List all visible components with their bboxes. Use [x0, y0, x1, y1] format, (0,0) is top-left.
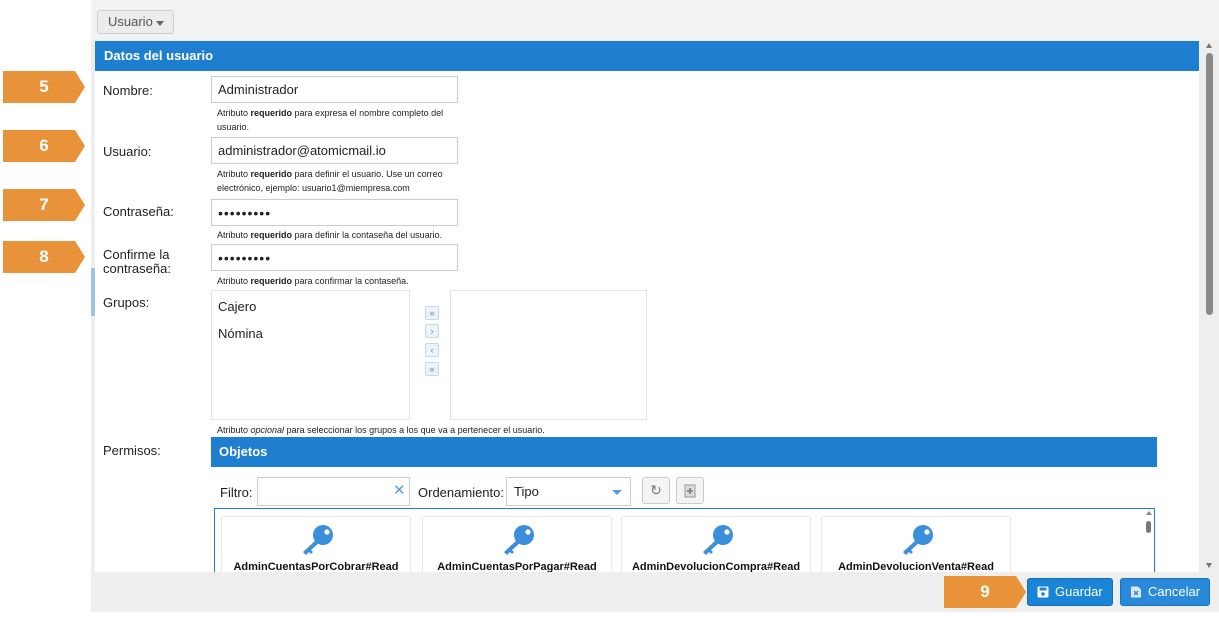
step-number: 6 [39, 136, 49, 155]
confirm-password-help: Atributo requerido para confirmar la con… [217, 276, 409, 286]
scroll-down-icon [1206, 563, 1212, 568]
object-card[interactable]: AdminCuentasPorPagar#Read [423, 517, 611, 572]
move-right-button[interactable]: › [425, 324, 439, 338]
key-icon [303, 525, 333, 555]
permissions-label: Permisos: [103, 443, 161, 458]
top-toolbar [91, 0, 1219, 40]
username-input[interactable] [211, 137, 458, 164]
caret-down-icon [156, 21, 164, 26]
refresh-icon: ↻ [650, 482, 662, 498]
footer-separator [91, 612, 1219, 622]
username-help: Atributo requerido para definir el usuar… [217, 169, 443, 193]
object-name: AdminDevolucionVenta#Read [838, 561, 994, 572]
move-all-right-button[interactable]: » [425, 306, 439, 320]
password-input[interactable] [211, 199, 458, 226]
move-all-left-button[interactable]: « [425, 362, 439, 376]
chevron-down-icon [612, 490, 622, 495]
clear-filter-icon[interactable]: ✕ [393, 483, 406, 498]
move-left-button[interactable]: ‹ [425, 343, 439, 357]
object-card[interactable]: AdminDevolucionCompra#Read [622, 517, 810, 572]
cancel-button[interactable]: Cancelar [1120, 578, 1210, 606]
save-icon [1037, 586, 1049, 598]
sort-label: Ordenamiento: [418, 485, 504, 500]
name-label: Nombre: [103, 83, 153, 98]
cancel-button-label: Cancelar [1148, 584, 1201, 599]
user-menu-label: Usuario [108, 14, 153, 29]
step-number: 8 [39, 247, 49, 266]
scroll-thumb[interactable] [1146, 521, 1151, 533]
username-label: Usuario: [103, 144, 152, 159]
objects-scrollbar[interactable] [1145, 511, 1153, 571]
step-marker-5: 5 [3, 71, 85, 103]
sort-select[interactable]: Tipo [506, 477, 631, 506]
key-icon [504, 525, 534, 555]
sort-select-value: Tipo [514, 484, 539, 499]
panel-title: Datos del usuario [95, 41, 1199, 71]
groups-available-list[interactable]: Cajero Nómina [211, 290, 410, 420]
add-document-icon [684, 484, 696, 498]
object-name: AdminDevolucionCompra#Read [631, 561, 801, 572]
page-scrollbar[interactable] [1203, 41, 1216, 572]
key-icon [903, 525, 933, 555]
object-name: AdminCuentasPorPagar#Read [437, 561, 597, 572]
step-number: 9 [980, 582, 990, 601]
object-name: AdminCuentasPorCobrar#Read [233, 561, 399, 572]
filter-input[interactable] [257, 477, 410, 506]
confirm-password-input[interactable] [211, 244, 458, 271]
password-help: Atributo requerido para definir la conta… [217, 230, 443, 240]
groups-help: Atributo opcional para seleccionar los g… [217, 425, 545, 435]
add-object-button[interactable] [676, 477, 704, 504]
user-data-panel: Datos del usuario Nombre: Atributo reque… [95, 41, 1199, 572]
object-card[interactable]: AdminDevolucionVenta#Read [822, 517, 1010, 572]
groups-label: Grupos: [103, 295, 150, 310]
step-number: 5 [39, 77, 49, 96]
save-button[interactable]: Guardar [1027, 578, 1113, 606]
step-marker-8: 8 [3, 241, 85, 273]
confirm-password-label: Confirme la contraseña: [103, 247, 171, 276]
filter-label: Filtro: [220, 485, 253, 500]
objects-grid: AdminCuentasPorCobrar#Read AdminCuentasP… [214, 508, 1155, 572]
scroll-up-icon [1146, 511, 1152, 515]
refresh-button[interactable]: ↻ [642, 477, 670, 504]
step-marker-9: 9 [944, 576, 1026, 608]
scroll-thumb[interactable] [1206, 53, 1213, 315]
groups-selected-list[interactable] [450, 290, 647, 420]
cancel-document-icon [1131, 586, 1141, 598]
list-item[interactable]: Nómina [218, 326, 263, 341]
key-icon [703, 525, 733, 555]
password-label: Contraseña: [103, 204, 174, 219]
save-button-label: Guardar [1055, 584, 1103, 599]
step-marker-6: 6 [3, 130, 85, 162]
objects-panel-title: Objetos [211, 437, 1157, 467]
name-help: Atributo requerido para expresa el nombr… [217, 108, 444, 132]
user-menu-button[interactable]: Usuario [97, 10, 174, 34]
object-card[interactable]: AdminCuentasPorCobrar#Read [222, 517, 410, 572]
scroll-up-icon [1206, 43, 1212, 48]
name-input[interactable] [211, 76, 458, 103]
list-item[interactable]: Cajero [218, 299, 256, 314]
step-number: 7 [39, 195, 49, 214]
step-marker-7: 7 [3, 189, 85, 221]
